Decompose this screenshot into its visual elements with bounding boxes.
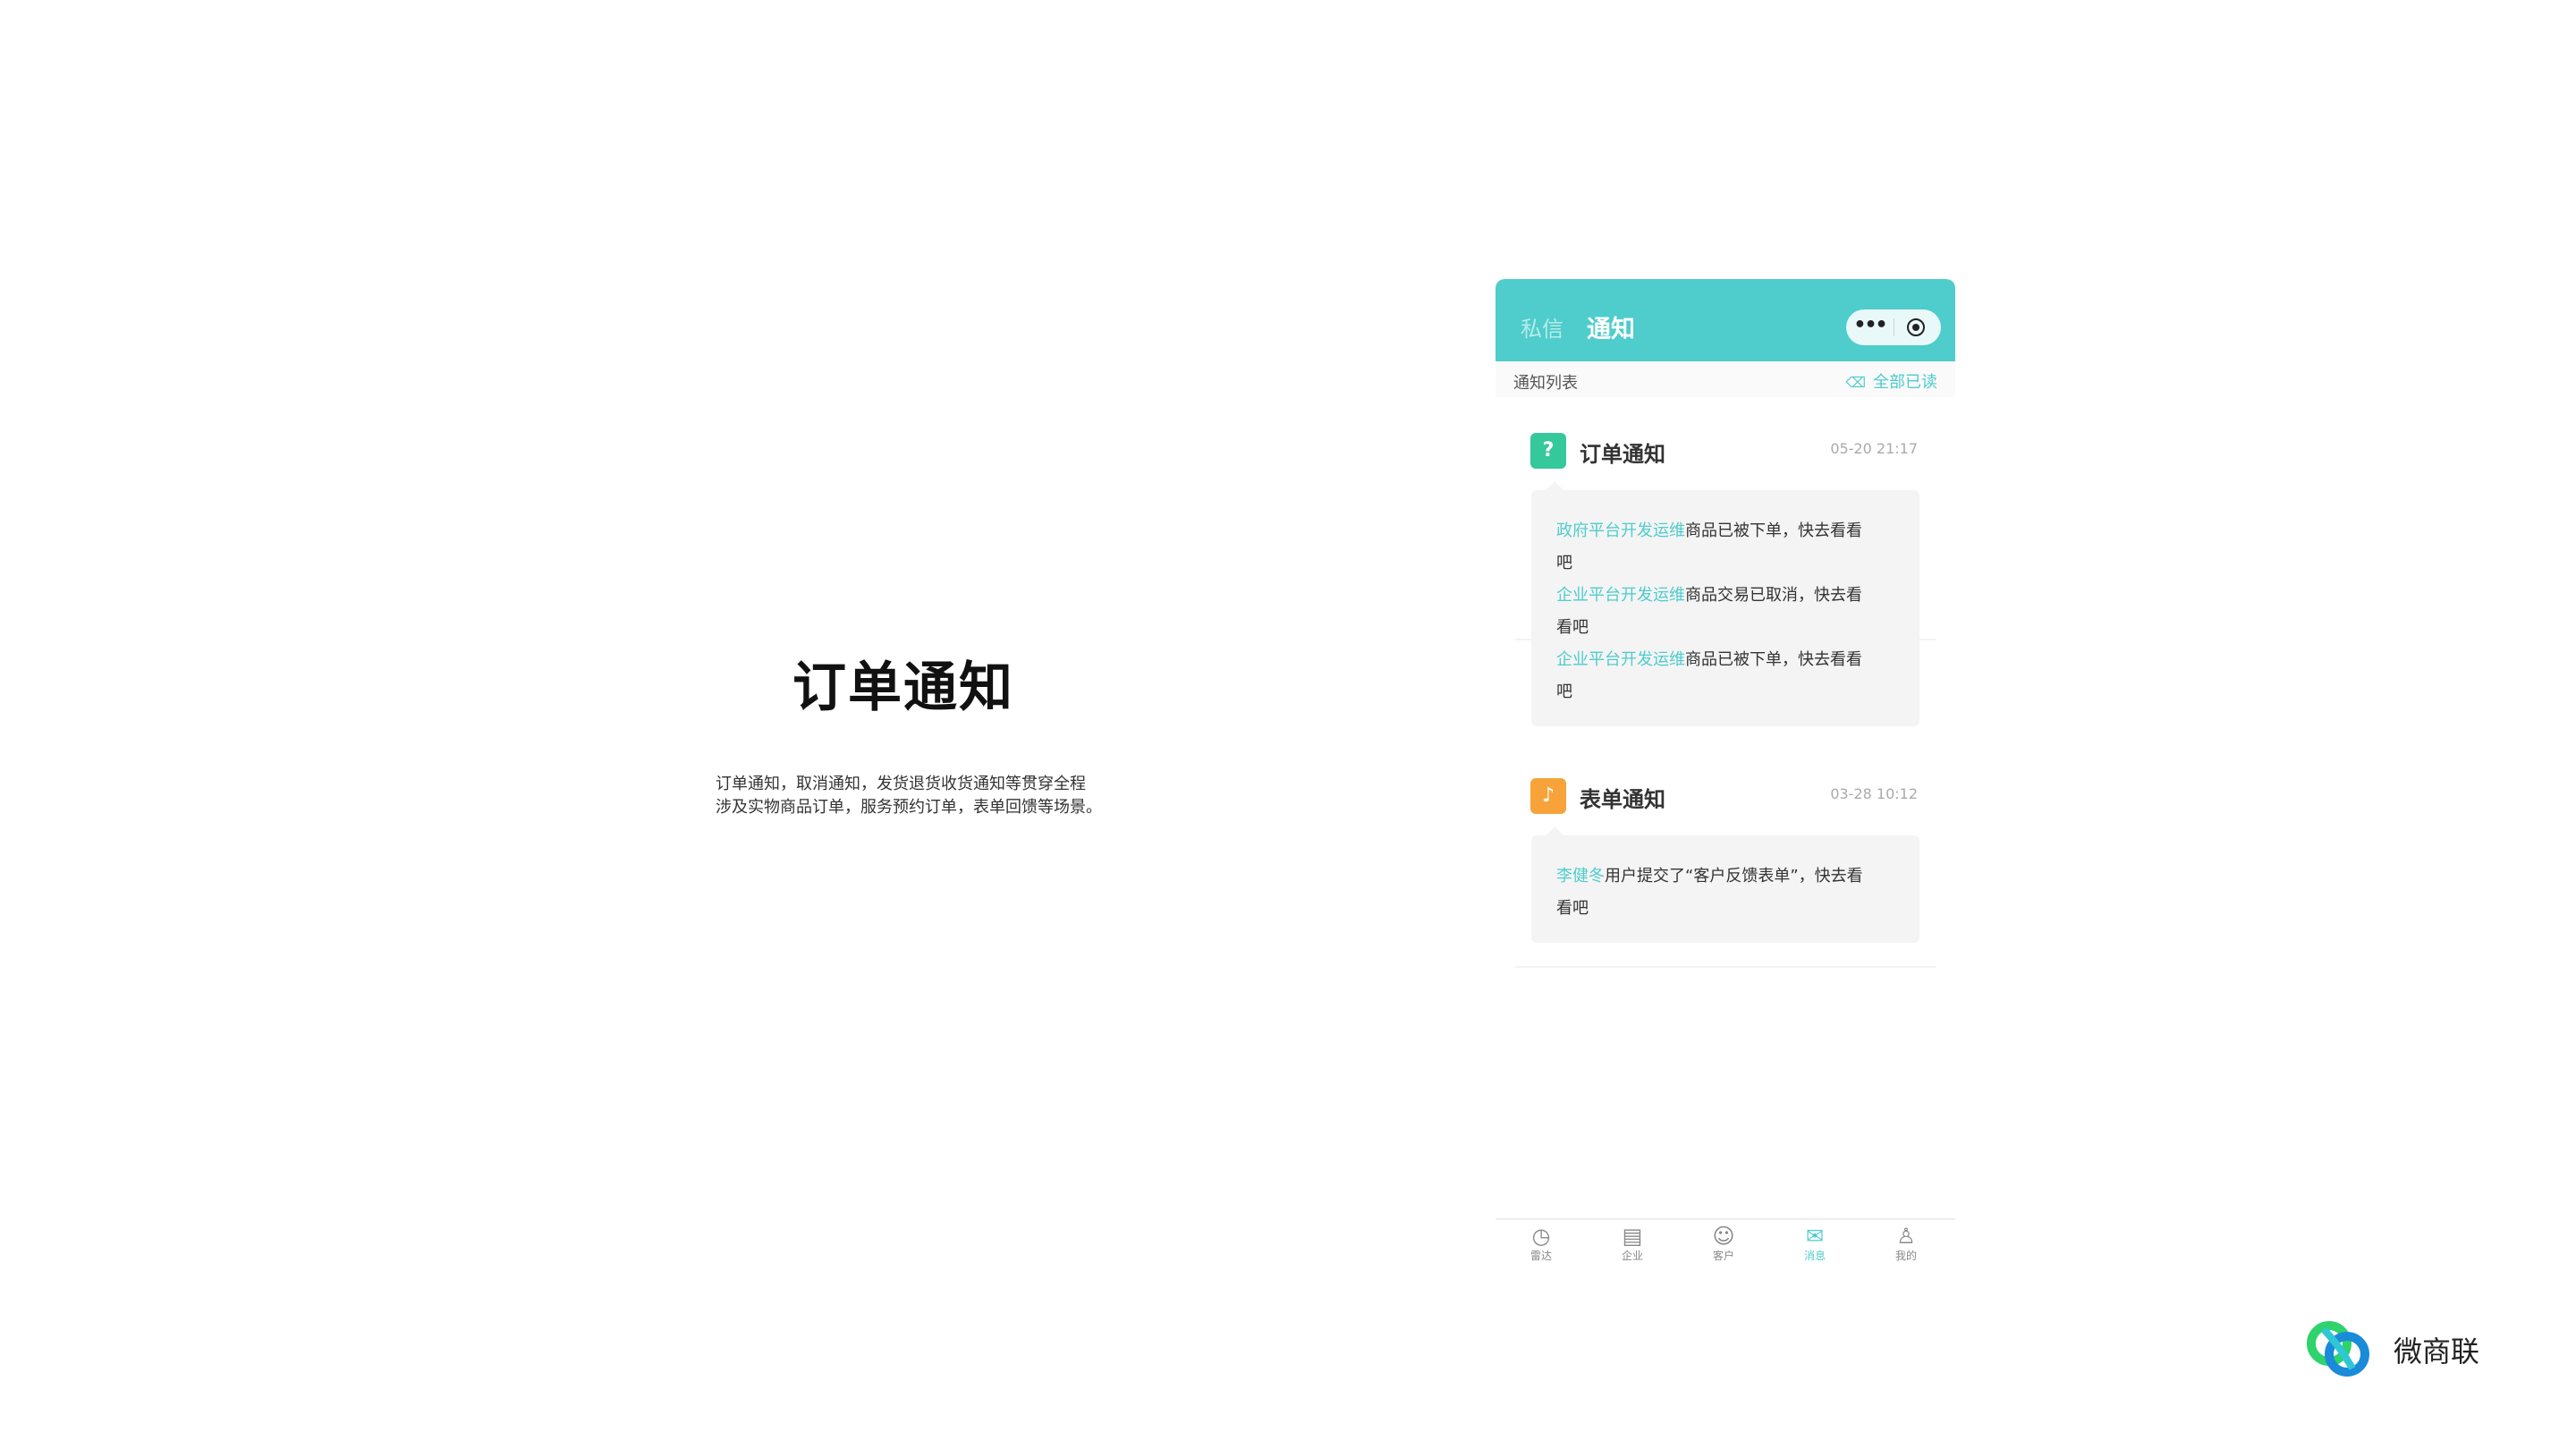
radar-icon: ◷ (1531, 1224, 1551, 1249)
building-icon: ▤ (1622, 1224, 1643, 1249)
notification-card-form[interactable]: ♪ 表单通知 03-28 10:12 李健冬用户提交了“客户反馈表单”，快去看 … (1515, 753, 1936, 968)
nav-item-mine[interactable]: ♙ 我的 (1860, 1224, 1952, 1263)
nav-item-radar[interactable]: ◷ 雷达 (1496, 1224, 1587, 1263)
mark-all-read-button[interactable]: ⌫ 全部已读 (1845, 369, 1937, 393)
message-line: 李健冬用户提交了“客户反馈表单”，快去看 (1556, 860, 1894, 893)
nav-item-message[interactable]: ✉ 消息 (1769, 1224, 1860, 1263)
product-link[interactable]: 企业平台开发运维 (1556, 586, 1685, 605)
broom-icon: ⌫ (1845, 374, 1866, 391)
message-line-tail: 看吧 (1556, 618, 1589, 637)
top-bar: 私信 通知 ••• (1496, 279, 1955, 361)
brand-logo-icon (2307, 1321, 2369, 1377)
card-title: 订单通知 (1580, 442, 1665, 467)
message-bubble: 李健冬用户提交了“客户反馈表单”，快去看 看吧 (1531, 826, 1919, 943)
notification-card-order[interactable]: ? 订单通知 05-20 21:17 政府平台开发运维商品已被下单，快去看看 吧… (1515, 408, 1936, 726)
message-text: 商品已被下单，快去看看 (1685, 521, 1862, 540)
message-bubble: 政府平台开发运维商品已被下单，快去看看 吧 企业平台开发运维商品交易已取消，快去… (1531, 481, 1919, 726)
bell-icon: ♪ (1530, 778, 1566, 814)
notification-list-header: 通知列表 ⌫ 全部已读 (1496, 361, 1955, 397)
message-text: 商品已被下单，快去看看 (1685, 650, 1862, 669)
nav-label: 客户 (1712, 1250, 1734, 1262)
phone-mockup: 私信 通知 ••• 通知列表 ⌫ 全部已读 ? 订单通知 05-20 21:17 … (1496, 279, 1955, 1267)
card-time: 03-28 10:12 (1830, 785, 1918, 802)
question-icon: ? (1530, 433, 1566, 469)
card-time: 05-20 21:17 (1830, 440, 1918, 457)
intro-title: 订单通知 (792, 657, 1014, 719)
tab-notification[interactable]: 通知 (1587, 309, 1635, 344)
list-title: 通知列表 (1513, 374, 1578, 393)
brand-name: 微商联 (2394, 1335, 2480, 1368)
more-icon[interactable]: ••• (1846, 309, 1894, 345)
user-link[interactable]: 李健冬 (1556, 867, 1605, 886)
nav-item-customer[interactable]: ☺ 客户 (1678, 1224, 1769, 1263)
contact-icon: ☺ (1712, 1224, 1735, 1249)
close-icon[interactable] (1907, 318, 1925, 336)
bottom-nav: ◷ 雷达 ▤ 企业 ☺ 客户 ✉ 消息 ♙ 我的 (1496, 1218, 1955, 1267)
intro-desc-line-2: 涉及实物商品订单，服务预约订单，表单回馈等场景。 (716, 798, 1102, 817)
nav-label: 企业 (1621, 1250, 1643, 1262)
message-line-tail: 吧 (1556, 554, 1572, 572)
product-link[interactable]: 企业平台开发运维 (1556, 650, 1685, 669)
intro-desc-line-1: 订单通知，取消通知，发货退货收货通知等贯穿全程 (716, 775, 1086, 793)
nav-item-company[interactable]: ▤ 企业 (1587, 1224, 1678, 1263)
card-title: 表单通知 (1580, 787, 1665, 812)
mark-all-read-label: 全部已读 (1873, 373, 1937, 392)
tab-private-message[interactable]: 私信 (1521, 311, 1563, 343)
user-icon: ♙ (1896, 1224, 1916, 1249)
message-text: 用户提交了“客户反馈表单”，快去看 (1605, 867, 1863, 886)
product-link[interactable]: 政府平台开发运维 (1556, 521, 1685, 540)
nav-label: 消息 (1803, 1250, 1826, 1262)
nav-label: 雷达 (1530, 1250, 1552, 1262)
intro-description: 订单通知，取消通知，发货退货收货通知等贯穿全程 涉及实物商品订单，服务预约订单，… (716, 773, 1181, 819)
message-line-tail: 看吧 (1556, 899, 1589, 918)
chat-icon: ✉ (1805, 1224, 1825, 1249)
message-line: 企业平台开发运维商品已被下单，快去看看 (1556, 644, 1894, 676)
mini-program-capsule: ••• (1846, 309, 1941, 345)
message-line: 政府平台开发运维商品已被下单，快去看看 (1556, 515, 1894, 547)
message-text: 商品交易已取消，快去看 (1685, 586, 1862, 605)
message-line: 企业平台开发运维商品交易已取消，快去看 (1556, 580, 1894, 612)
message-line-tail: 吧 (1556, 682, 1572, 701)
nav-label: 我的 (1894, 1250, 1917, 1262)
